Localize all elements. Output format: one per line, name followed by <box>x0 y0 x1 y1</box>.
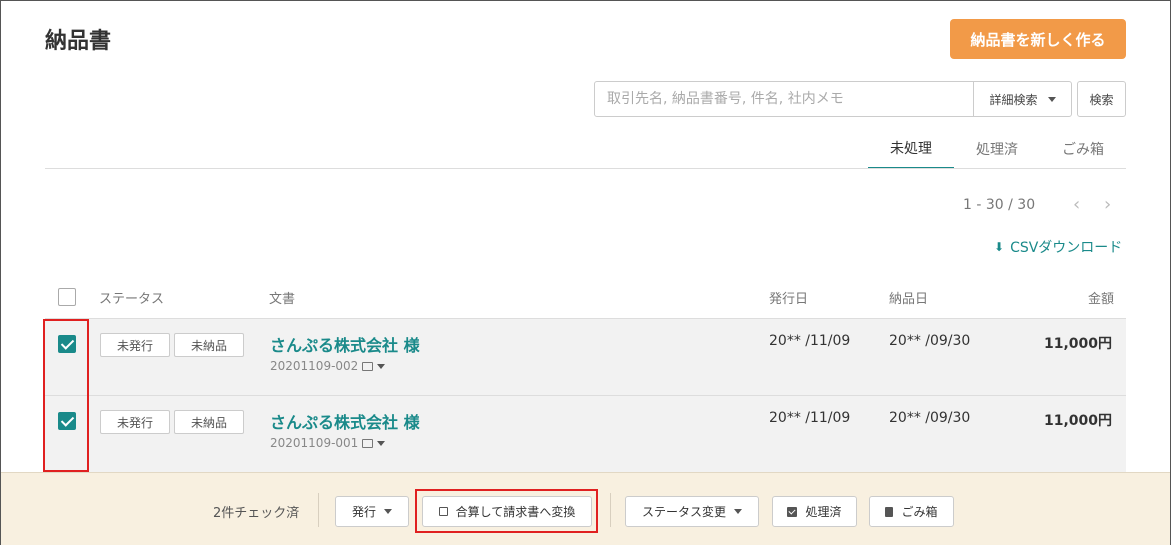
advanced-search-label: 詳細検索 <box>989 92 1038 107</box>
trash-button[interactable]: ごみ箱 <box>869 496 954 527</box>
table-row[interactable]: 未発行 未納品 さんぷる株式会社 様 20201109-001 20** /11… <box>45 396 1126 473</box>
pagination-range: 1 - 30 / 30 <box>963 197 1036 213</box>
merge-to-invoice-button[interactable]: 合算して請求書へ変換 <box>422 496 592 527</box>
header-status: ステータス <box>99 292 165 307</box>
select-all-checkbox[interactable] <box>58 288 76 306</box>
status-badge: 未納品 <box>174 410 244 434</box>
comment-icon[interactable] <box>362 438 374 448</box>
company-link[interactable]: さんぷる株式会社 様 <box>270 409 420 433</box>
checked-count: 2件チェック済 <box>213 506 300 521</box>
status-badge: 未発行 <box>100 333 170 357</box>
status-change-label: ステータス変更 <box>641 505 726 519</box>
tabs-divider <box>45 168 1126 169</box>
download-icon: ⬇ <box>994 240 1005 254</box>
chevron-down-icon <box>1047 96 1056 102</box>
page-title: 納品書 <box>45 29 112 54</box>
bulk-divider <box>318 493 319 527</box>
company-link[interactable]: さんぷる株式会社 様 <box>270 332 420 356</box>
tab-trash[interactable]: ごみ箱 <box>1040 129 1126 169</box>
tab-unprocessed[interactable]: 未処理 <box>868 129 954 169</box>
chevron-down-icon <box>384 509 392 514</box>
issue-date: 20** /11/09 <box>769 333 851 349</box>
delivery-date: 20** /09/30 <box>889 333 971 349</box>
advanced-search-dropdown[interactable]: 詳細検索 <box>973 82 1071 116</box>
issue-date: 20** /11/09 <box>769 410 851 426</box>
new-delivery-note-button[interactable]: 納品書を新しく作る <box>950 19 1126 59</box>
trash-button-label: ごみ箱 <box>901 505 938 519</box>
chevron-down-icon <box>734 509 742 514</box>
row-checkbox[interactable] <box>58 335 76 353</box>
chevron-down-icon[interactable] <box>377 440 386 446</box>
tab-processed[interactable]: 処理済 <box>954 129 1040 169</box>
trash-icon <box>885 506 894 517</box>
header-document: 文書 <box>269 292 296 307</box>
issue-button-label: 発行 <box>351 505 376 519</box>
header-delivery-date: 納品日 <box>889 292 929 307</box>
row-checkbox[interactable] <box>58 412 76 430</box>
mark-processed-label: 処理済 <box>805 505 842 519</box>
csv-download-link[interactable]: ⬇ CSVダウンロード <box>994 237 1122 257</box>
csv-download-label: CSVダウンロード <box>1010 240 1123 256</box>
document-number-text: 20201109-001 <box>270 436 359 450</box>
issue-button[interactable]: 発行 <box>335 496 409 527</box>
document-number: 20201109-002 <box>270 359 386 373</box>
check-square-icon <box>787 506 798 517</box>
status-change-button[interactable]: ステータス変更 <box>625 496 759 527</box>
search-button[interactable]: 検索 <box>1077 81 1126 117</box>
bulk-divider <box>610 493 611 527</box>
pagination-next-icon[interactable]: › <box>1104 194 1111 215</box>
search-input[interactable] <box>595 82 973 116</box>
mark-processed-button[interactable]: 処理済 <box>772 496 857 527</box>
calendar-icon <box>438 507 448 516</box>
bulk-action-bar: 2件チェック済 発行 合算して請求書へ変換 ステータス変更 処理済 ごみ箱 <box>1 472 1170 545</box>
status-badge: 未納品 <box>174 333 244 357</box>
pagination-prev-icon[interactable]: ‹ <box>1073 194 1080 215</box>
comment-icon[interactable] <box>362 361 374 371</box>
table-header: ステータス 文書 発行日 納品日 金額 <box>45 279 1126 319</box>
status-tabs: 未処理 処理済 ごみ箱 <box>868 129 1126 169</box>
search-bar: 詳細検索 <box>594 81 1072 117</box>
amount: 11,000円 <box>1043 336 1112 352</box>
header-amount: 金額 <box>1087 292 1114 307</box>
amount: 11,000円 <box>1043 413 1112 429</box>
document-number-text: 20201109-002 <box>270 359 359 373</box>
header-issue-date: 発行日 <box>769 292 809 307</box>
document-number: 20201109-001 <box>270 436 386 450</box>
chevron-down-icon[interactable] <box>377 363 386 369</box>
merge-to-invoice-label: 合算して請求書へ変換 <box>455 505 576 519</box>
table-row[interactable]: 未発行 未納品 さんぷる株式会社 様 20201109-002 20** /11… <box>45 319 1126 396</box>
delivery-date: 20** /09/30 <box>889 410 971 426</box>
status-badge: 未発行 <box>100 410 170 434</box>
